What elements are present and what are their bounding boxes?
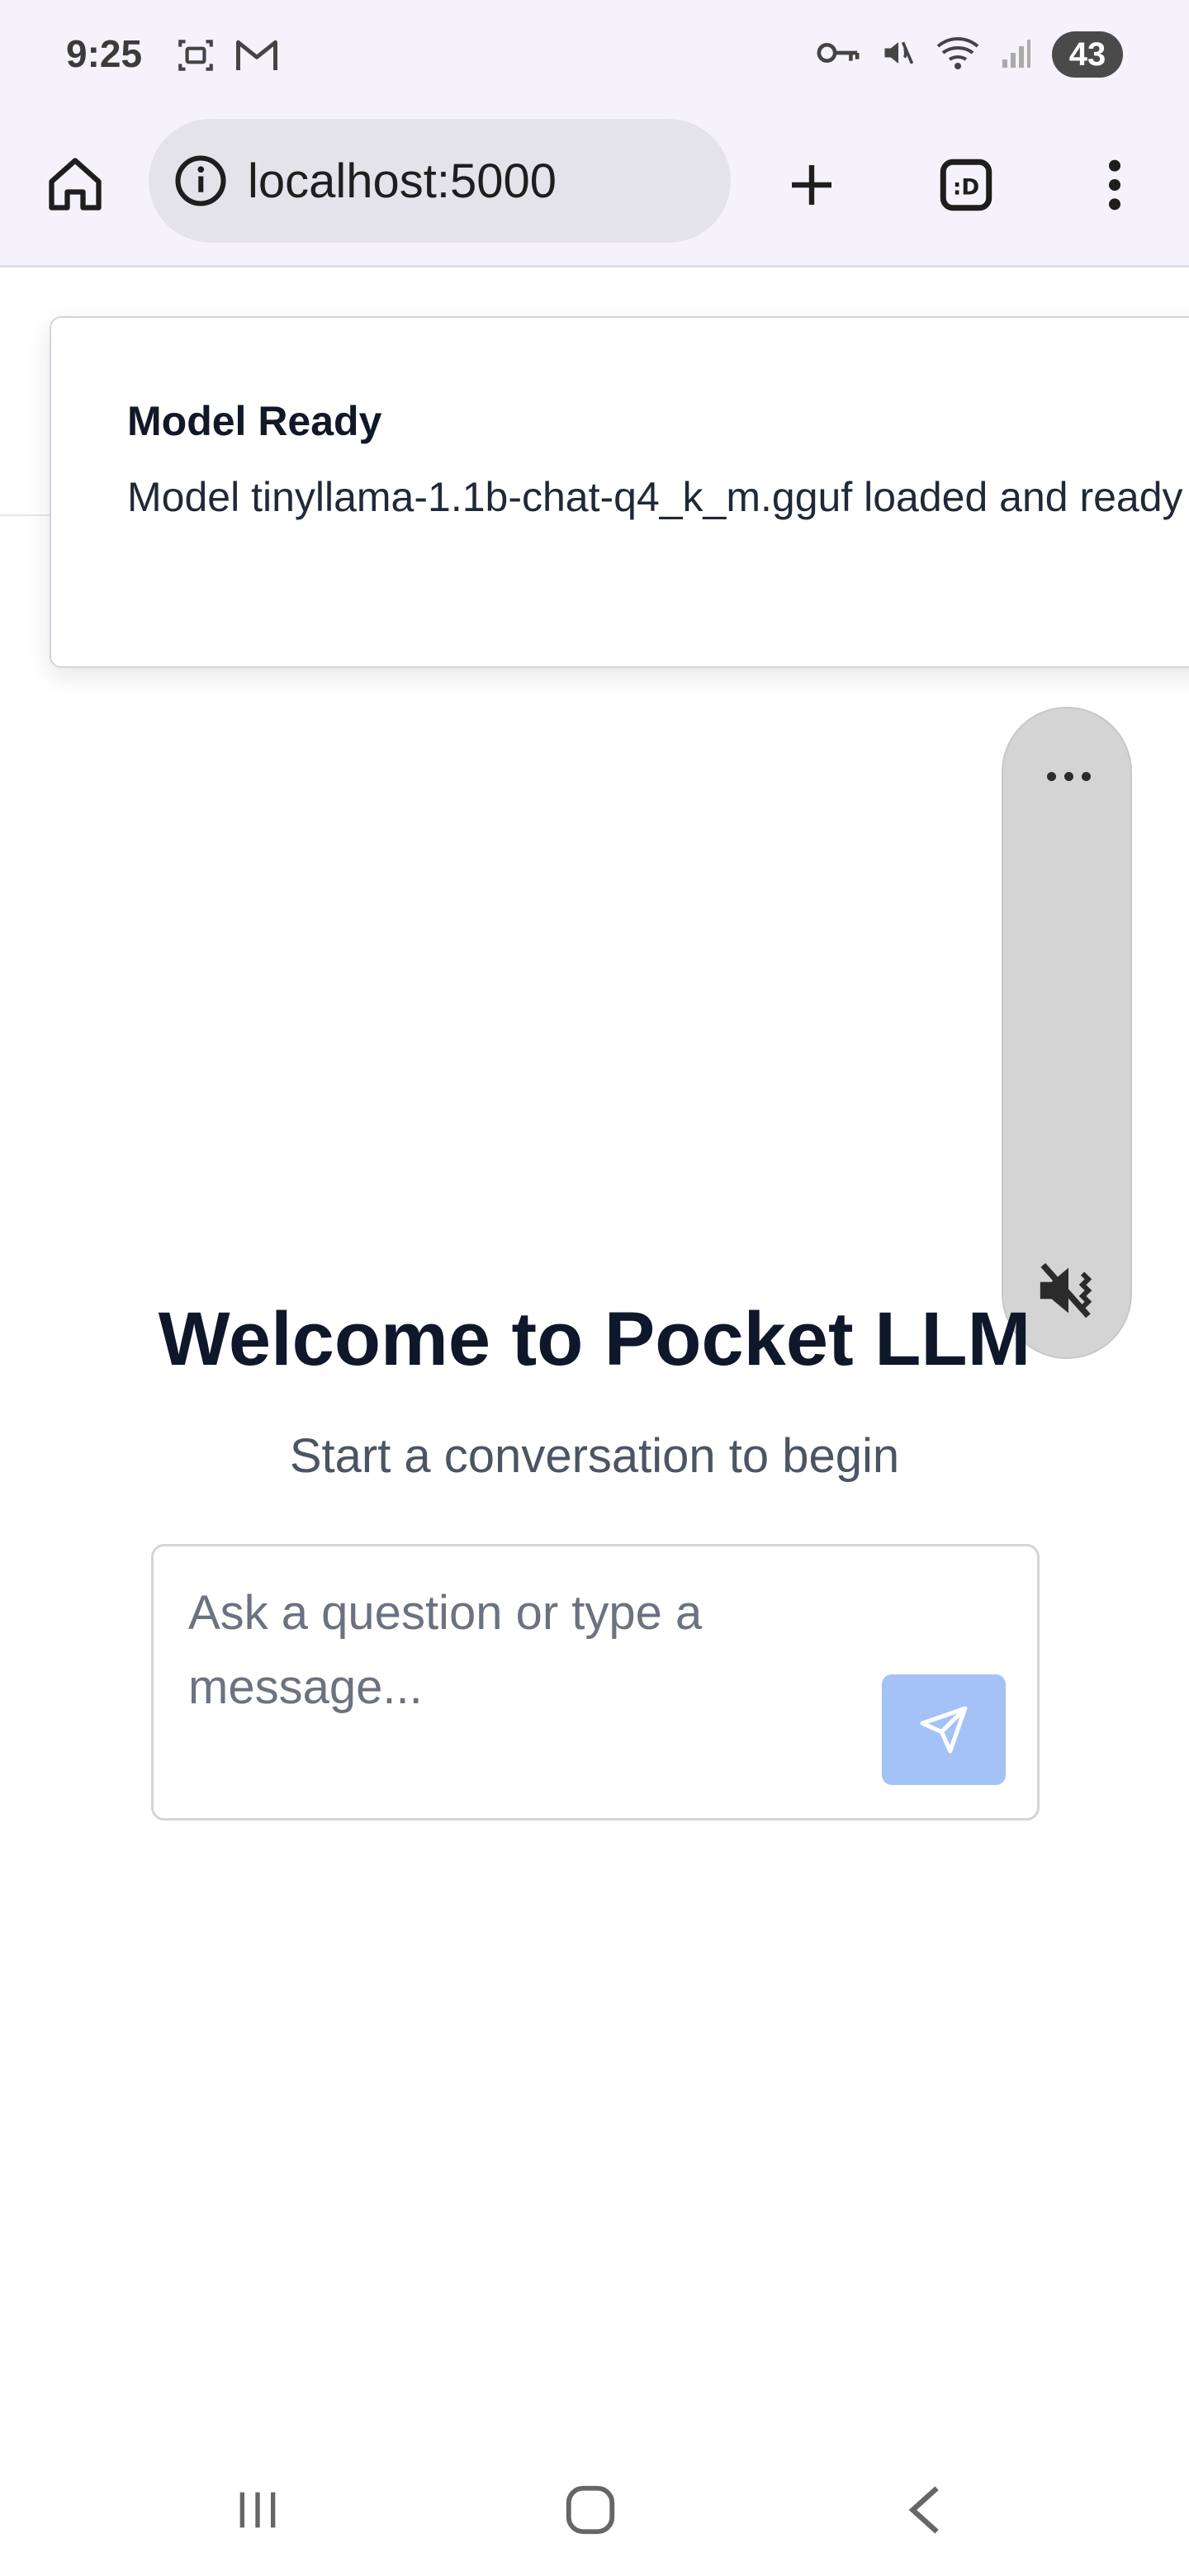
send-icon	[920, 1706, 968, 1754]
nav-home-button[interactable]	[541, 2469, 640, 2551]
home-circle-icon	[566, 2485, 615, 2535]
wifi-icon	[936, 35, 979, 75]
floating-side-panel[interactable]	[1002, 707, 1132, 1359]
menu-button[interactable]	[1073, 144, 1156, 226]
message-input[interactable]	[188, 1576, 849, 1741]
toast-notification[interactable]: Model Ready Model tinyllama-1.1b-chat-q4…	[50, 316, 1189, 668]
gmail-icon	[234, 36, 279, 79]
screenshot-icon	[175, 35, 216, 80]
status-time: 9:25	[66, 32, 143, 75]
back-icon	[908, 2486, 939, 2534]
home-icon	[49, 158, 102, 211]
mute-icon	[880, 35, 917, 75]
vpn-key-icon	[816, 36, 860, 73]
welcome-title: Welcome to Pocket LLM	[158, 1297, 1031, 1381]
signal-icon	[999, 36, 1032, 73]
url-text: localhost:5000	[248, 154, 557, 208]
back-button[interactable]	[875, 2469, 974, 2551]
new-tab-button[interactable]	[770, 144, 853, 226]
more-vert-icon	[1109, 159, 1120, 211]
site-info-icon[interactable]	[173, 154, 228, 208]
plus-icon	[792, 165, 831, 205]
home-button[interactable]	[41, 150, 109, 218]
tab-switcher-icon: :D	[940, 159, 992, 211]
send-button[interactable]	[882, 1674, 1006, 1785]
toast-title: Model Ready	[127, 398, 382, 444]
status-icons-right: 43	[816, 31, 1123, 78]
screen: 9:25 43 localhost:5000:D Model Ready Mo…	[0, 0, 1189, 2576]
battery-badge: 43	[1052, 31, 1123, 78]
status-bar: 9:25 43	[0, 0, 1189, 111]
chat-input-card	[151, 1544, 1040, 1821]
address-bar[interactable]: localhost:5000	[149, 119, 731, 243]
welcome-subtitle: Start a conversation to begin	[289, 1429, 900, 1483]
status-icons-left	[175, 35, 279, 80]
browser-toolbar: localhost:5000 :D	[0, 111, 1189, 268]
recents-button[interactable]	[208, 2469, 307, 2551]
recents-icon	[239, 2492, 276, 2528]
toast-description: Model tinyllama-1.1b-chat-q4_k_m.gguf lo…	[127, 474, 1183, 520]
svg-text::D: :D	[953, 176, 979, 201]
tab-switcher-button[interactable]: :D	[925, 144, 1007, 226]
more-icon[interactable]	[1031, 760, 1106, 793]
system-nav-bar	[0, 2444, 1189, 2576]
